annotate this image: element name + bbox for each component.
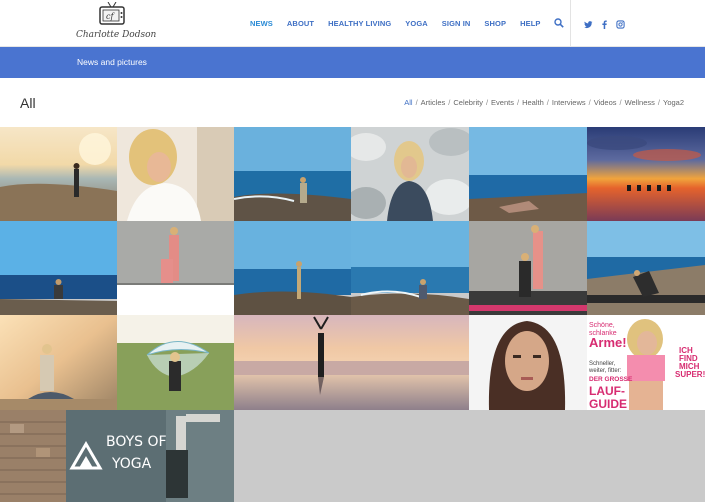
- banner-title: News and pictures: [77, 57, 147, 67]
- gallery-photo-ocean-pose[interactable]: [234, 127, 351, 221]
- gallery-photo-brick-wall[interactable]: [0, 410, 66, 502]
- gallery-photo-meditation-sunrise[interactable]: [0, 315, 117, 410]
- twitter-icon[interactable]: [584, 16, 593, 29]
- nav-yoga[interactable]: YOGA: [405, 19, 428, 28]
- page-banner: News and pictures: [0, 47, 705, 78]
- tv-logo-icon: cf: [99, 2, 125, 25]
- gallery-photo-meditation-beach[interactable]: [0, 221, 117, 315]
- magazine-sub-3: DER GROSSE: [589, 376, 633, 383]
- nav-healthy-living[interactable]: HEALTHY LIVING: [328, 19, 391, 28]
- nav-help[interactable]: HELP: [520, 19, 540, 28]
- facebook-icon[interactable]: [600, 16, 609, 29]
- magazine-sub-2: weiter, fitter:: [588, 368, 622, 374]
- nav-sign-in[interactable]: SIGN IN: [442, 19, 471, 28]
- category-filters: All / Articles / Celebrity / Events / Health / Int…: [404, 98, 684, 107]
- gallery-photo-sunset-camels[interactable]: [587, 127, 705, 221]
- gallery-photo-brunette-portrait[interactable]: [469, 315, 587, 410]
- logo-text: Charlotte Dodson: [76, 30, 157, 40]
- filter-events[interactable]: Events: [491, 98, 514, 107]
- boys-of-yoga-line2: YOGA: [111, 456, 152, 472]
- search-icon[interactable]: [554, 18, 565, 28]
- magazine-sub-1: Schneller,: [589, 361, 616, 367]
- nav-shop[interactable]: SHOP: [484, 19, 506, 28]
- magazine-side-4: SUPER!: [675, 370, 705, 379]
- gallery-photo-sunset-tree-pose[interactable]: [234, 315, 469, 410]
- filter-interviews[interactable]: Interviews: [552, 98, 586, 107]
- filter-videos[interactable]: Videos: [594, 98, 617, 107]
- filter-health[interactable]: Health: [522, 98, 544, 107]
- header-divider: [570, 0, 571, 46]
- filter-celebrity[interactable]: Celebrity: [453, 98, 483, 107]
- main-nav: NEWS ABOUT HEALTHY LIVING YOGA SIGN IN S…: [250, 0, 565, 46]
- filter-articles[interactable]: Articles: [421, 98, 446, 107]
- magazine-sub-4: LAUF-: [589, 384, 625, 398]
- filter-all[interactable]: All: [404, 98, 412, 107]
- filter-yoga2[interactable]: Yoga2: [663, 98, 684, 107]
- gallery-heading: All: [20, 95, 36, 111]
- nav-about[interactable]: ABOUT: [287, 19, 314, 28]
- gallery-photo-handstand-rocks[interactable]: [587, 221, 705, 315]
- gallery-photo-boys-of-yoga[interactable]: BOYS OF YOGA: [66, 410, 234, 502]
- filter-bar: All All / Articles / Celebrity / Events / Health…: [0, 78, 705, 127]
- nav-news[interactable]: NEWS: [250, 19, 273, 28]
- photo-gallery: Schöne, schlanke Arme! ICH FIND MICH SUP…: [0, 127, 705, 502]
- gallery-photo-partner-yoga[interactable]: [469, 221, 587, 315]
- gallery-photo-umbrella[interactable]: [117, 315, 234, 410]
- site-header: cf Charlotte Dodson NEWS ABOUT HEALTHY L…: [0, 0, 705, 47]
- gallery-photo-portrait-blonde[interactable]: [117, 127, 234, 221]
- site-logo[interactable]: cf Charlotte Dodson: [76, 2, 157, 46]
- magazine-sub-5: GUIDE: [589, 397, 627, 410]
- boys-of-yoga-line1: BOYS OF: [106, 434, 167, 450]
- gallery-photo-magazine-cover[interactable]: Schöne, schlanke Arme! ICH FIND MICH SUP…: [587, 315, 705, 410]
- gallery-photo-seated-sea[interactable]: [351, 221, 469, 315]
- filter-wellness[interactable]: Wellness: [625, 98, 655, 107]
- gallery-photo-tree-pose-sea[interactable]: [234, 221, 351, 315]
- magazine-headline-1: Schöne,: [589, 322, 615, 329]
- instagram-icon[interactable]: [616, 16, 625, 29]
- gallery-photo-rocks-sitting[interactable]: [351, 127, 469, 221]
- social-links: [584, 16, 625, 29]
- gallery-photo-beach-walk[interactable]: [0, 127, 117, 221]
- gallery-photo-wall-duo[interactable]: [117, 221, 234, 315]
- gallery-photo-ocean-rocks[interactable]: [469, 127, 587, 221]
- magazine-headline-3: Arme!: [589, 335, 627, 350]
